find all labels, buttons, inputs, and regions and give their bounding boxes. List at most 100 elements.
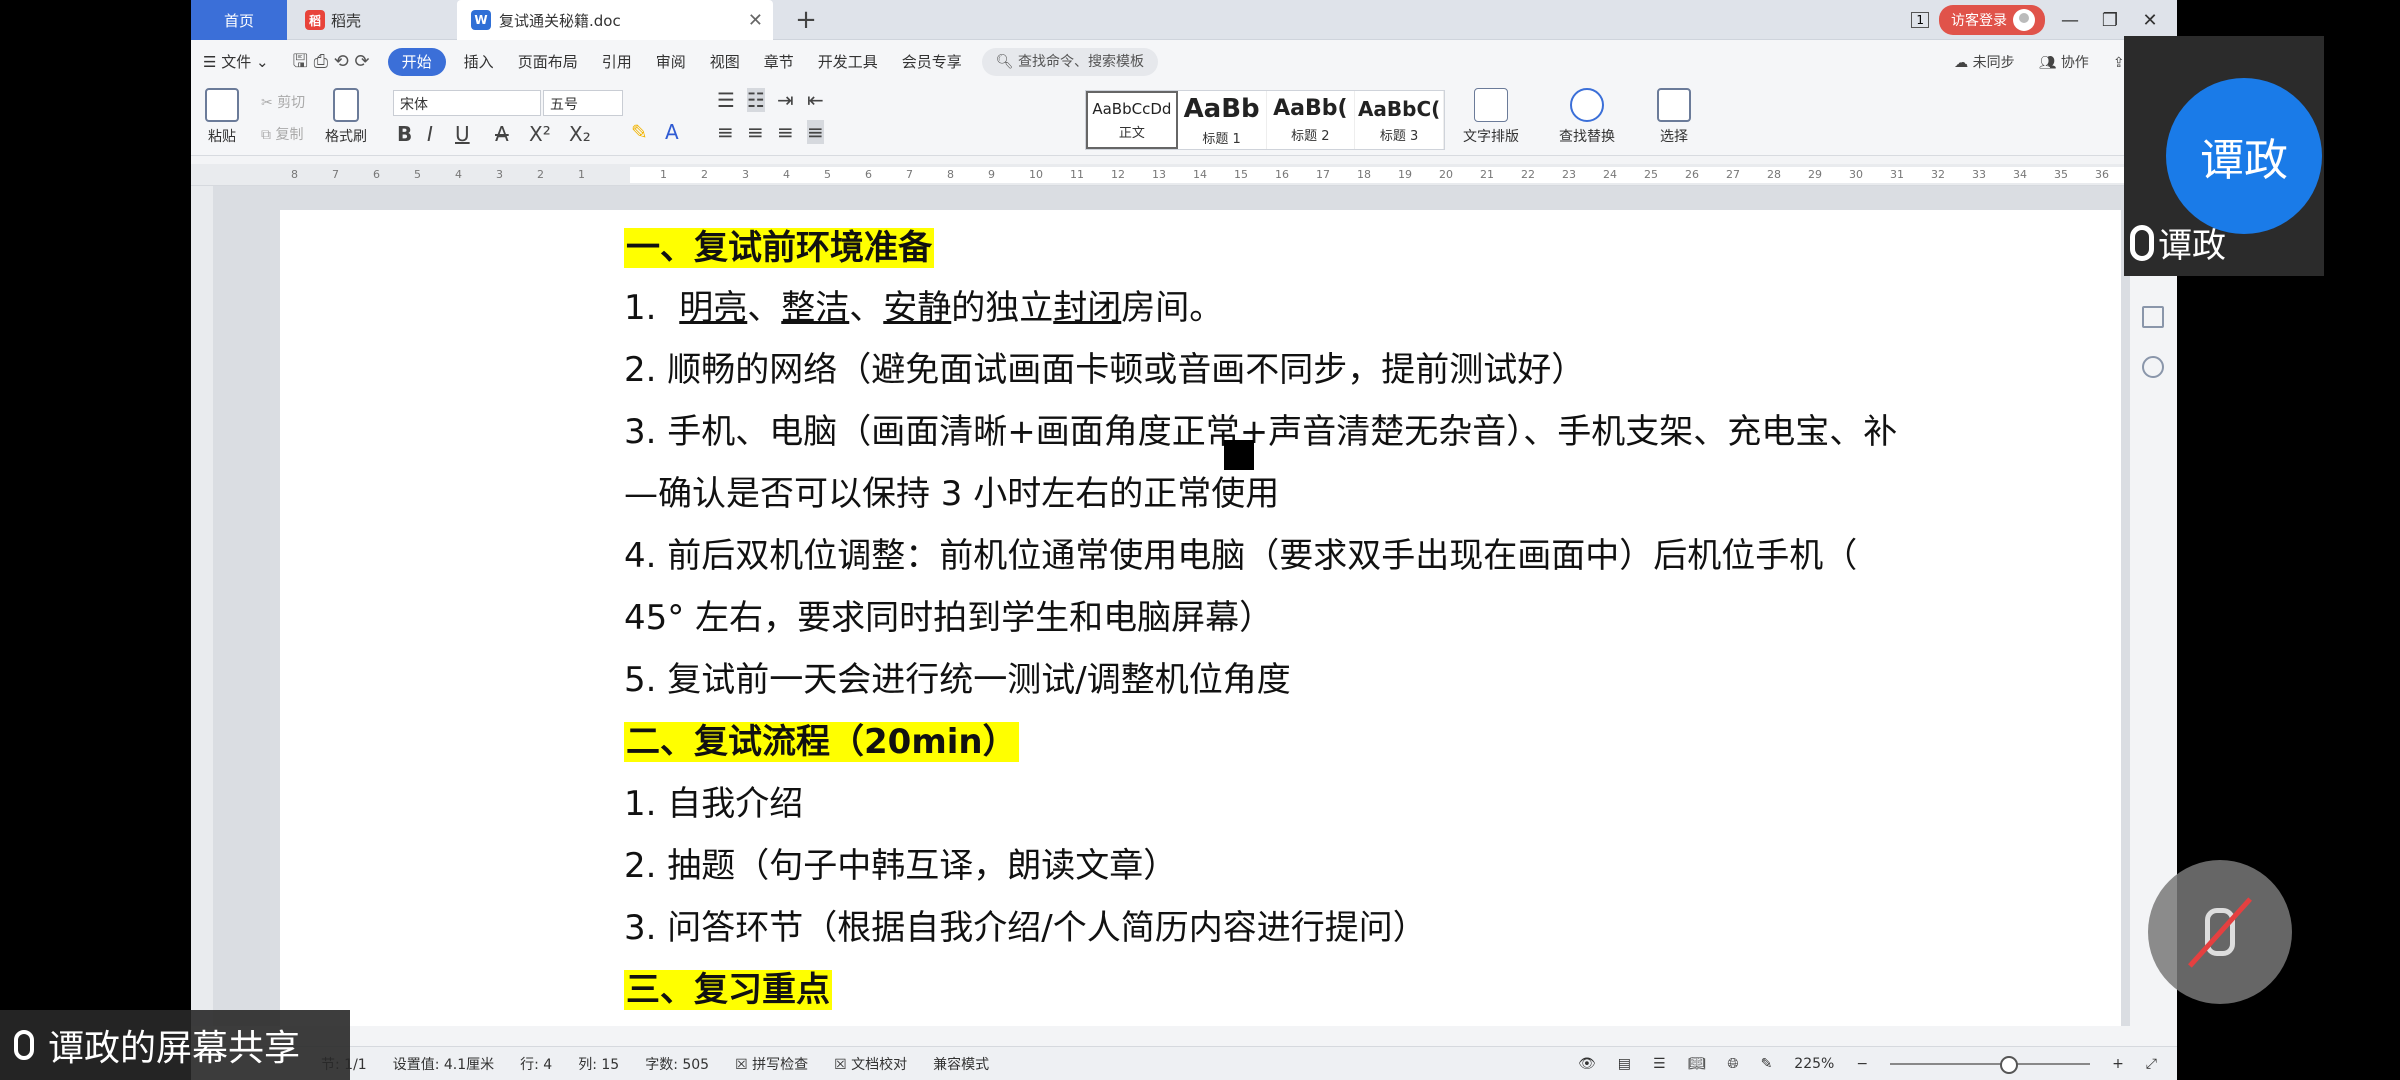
cut-label: 剪切 (277, 95, 306, 111)
zoom-out-icon[interactable]: − (1856, 1056, 1868, 1072)
ruler-tick: 9 (988, 168, 995, 181)
settings-slider-icon[interactable] (2142, 306, 2164, 328)
restore-icon[interactable]: ❐ (2095, 10, 2125, 31)
menu-member[interactable]: 会员专享 (890, 48, 974, 76)
close-window-icon[interactable]: ✕ (2135, 10, 2165, 31)
document-page[interactable]: 一、复试前环境准备 1. 明亮、整洁、安静的独立封闭房间。 2. 顺畅的网络（避… (280, 210, 2121, 1026)
ruler-tick: 6 (373, 168, 380, 181)
zoom-slider[interactable] (1890, 1055, 2091, 1074)
bullet-list-icon[interactable]: ☰ (717, 88, 735, 112)
eye-icon[interactable]: 👁︎ (1578, 1056, 1596, 1072)
text-layout-button[interactable]: 文字排版 (1463, 88, 1519, 146)
tab-daoke[interactable]: 稻 稻壳 (291, 0, 445, 40)
ruler-tick: 6 (865, 168, 872, 181)
collab-label: 协作 (2060, 55, 2089, 71)
quick-access-icons[interactable]: 🖫 ⎙ ⟲ ⟳ (281, 48, 382, 76)
login-button[interactable]: 访客登录 (1939, 5, 2045, 35)
doc-file-icon: W (471, 10, 491, 30)
numbered-list-icon[interactable]: ☷ (747, 88, 765, 112)
align-center-icon[interactable]: ≡ (747, 120, 764, 144)
style-heading1[interactable]: AaBb 标题 1 (1178, 91, 1267, 149)
checkbox-icon: ☒ (834, 1056, 852, 1073)
copy-button[interactable]: ⧉ 复制 (261, 124, 303, 144)
menu-layout[interactable]: 页面布局 (506, 48, 590, 76)
menu-insert[interactable]: 插入 (452, 48, 506, 76)
indent-icon[interactable]: ⇥ (777, 88, 794, 112)
font-size-select[interactable]: 五号 (543, 90, 623, 116)
justify-icon[interactable]: ≡ (807, 120, 824, 144)
status-words[interactable]: 字数: 505 (645, 1054, 709, 1074)
menu-bar: ☰ 文件 ⌄ 🖫 ⎙ ⟲ ⟳ 开始 插入 页面布局 引用 审阅 视图 章节 开发… (191, 40, 2177, 84)
tab-document[interactable]: W 复试通关秘籍.doc ✕ (457, 0, 773, 40)
italic-button[interactable]: I (427, 122, 433, 146)
align-right-icon[interactable]: ≡ (777, 120, 794, 144)
underline-button[interactable]: U (455, 122, 470, 146)
zoom-value[interactable]: 225% (1794, 1056, 1834, 1072)
minimize-icon[interactable]: — (2055, 10, 2085, 31)
style-heading1-preview: AaBb (1183, 93, 1260, 124)
vertical-ruler[interactable] (191, 186, 213, 1026)
page-indicator-icon[interactable]: 1 (1911, 12, 1929, 28)
subscript-button[interactable]: X₂ (569, 122, 591, 146)
style-normal-preview: AaBbCcDd (1092, 99, 1172, 118)
ruler-tick: 32 (1931, 168, 1945, 181)
superscript-button[interactable]: X² (529, 122, 551, 146)
sync-button[interactable]: ☁ 未同步 (1954, 52, 2014, 72)
font-select[interactable]: 宋体 (393, 90, 541, 116)
proofread-toggle[interactable]: ☒ 文档校对 (834, 1054, 907, 1074)
horizontal-ruler[interactable]: 8 7 6 5 4 3 2 1 1 2 3 4 5 6 7 8 9 10 11 12 13 14 15 16 17 18 19 20 2… (191, 164, 2177, 186)
screen-share-text: 谭政的屏幕共享 (48, 1028, 301, 1069)
fullscreen-icon[interactable]: ⤢ (2146, 1056, 2157, 1072)
outline-view-icon[interactable]: ☰ (1653, 1056, 1666, 1072)
web-view-icon[interactable]: 🌐︎ (1727, 1056, 1738, 1072)
reading-view-icon[interactable]: 📖︎ (1688, 1056, 1706, 1072)
page-view-icon[interactable]: ▤ (1618, 1056, 1631, 1072)
spell-check-toggle[interactable]: ☒ 拼写检查 (735, 1054, 808, 1074)
strikethrough-button[interactable]: A (495, 122, 509, 146)
outdent-icon[interactable]: ⇤ (807, 88, 824, 112)
ruler-tick: 28 (1767, 168, 1781, 181)
collab-button[interactable]: 👥︎ 协作 (2039, 52, 2089, 72)
participant-avatar[interactable]: 谭政 (2166, 78, 2322, 234)
active-speaker: 谭政 (2130, 218, 2226, 267)
heading-3: 三、复习重点 (624, 962, 832, 1011)
ruler-tick: 20 (1439, 168, 1453, 181)
style-heading3[interactable]: AaBbC( 标题 3 (1355, 91, 1444, 149)
align-left-icon[interactable]: ≡ (717, 120, 734, 144)
style-normal-name: 正文 (1118, 125, 1145, 141)
text-layout-icon (1474, 88, 1508, 122)
close-tab-icon[interactable]: ✕ (748, 10, 763, 31)
format-painter-button[interactable]: 格式刷 (325, 88, 367, 146)
cut-button[interactable]: ✂ 剪切 (261, 92, 305, 112)
style-heading2[interactable]: AaBb( 标题 2 (1267, 91, 1356, 149)
bold-button[interactable]: B (397, 122, 412, 146)
style-normal[interactable]: AaBbCcDd 正文 (1086, 91, 1178, 149)
new-tab-button[interactable]: + (791, 0, 821, 40)
brush-icon (333, 88, 359, 122)
format-painter-label: 格式刷 (325, 129, 367, 145)
file-menu[interactable]: ☰ 文件 ⌄ (191, 48, 281, 76)
font-color-icon[interactable]: A (665, 120, 679, 144)
tab-home[interactable]: 首页 (191, 0, 287, 40)
env-item-1-b: 整洁 (781, 288, 850, 328)
menu-references[interactable]: 引用 (590, 48, 644, 76)
find-replace-label: 查找替换 (1559, 129, 1615, 145)
spell-check-label: 拼写检查 (752, 1056, 809, 1073)
help-icon[interactable] (2142, 356, 2164, 378)
highlight-icon[interactable]: ✎ (631, 120, 648, 144)
find-replace-button[interactable]: 查找替换 (1559, 88, 1615, 146)
select-button[interactable]: 选择 (1657, 88, 1691, 146)
zoom-in-icon[interactable]: + (2112, 1056, 2124, 1072)
menu-review[interactable]: 审阅 (644, 48, 698, 76)
menu-chapter[interactable]: 章节 (752, 48, 806, 76)
menu-view[interactable]: 视图 (698, 48, 752, 76)
command-search[interactable]: 🔍︎ 查找命令、搜索模板 (981, 48, 1159, 76)
mute-button[interactable] (2148, 860, 2292, 1004)
menu-developer[interactable]: 开发工具 (806, 48, 890, 76)
pen-icon[interactable]: ✎ (1761, 1056, 1773, 1072)
menu-start[interactable]: 开始 (387, 48, 446, 76)
paste-button[interactable]: 粘贴 (205, 88, 239, 146)
select-label: 选择 (1660, 129, 1688, 145)
status-row: 行: 4 (520, 1056, 553, 1073)
text-cursor (1224, 440, 1254, 470)
